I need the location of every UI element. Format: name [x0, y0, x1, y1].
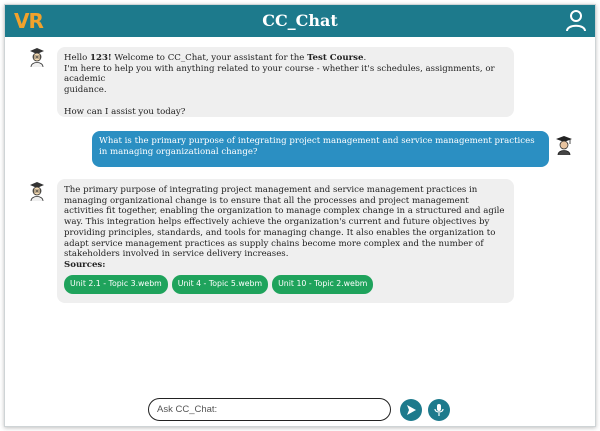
microphone-icon — [434, 404, 444, 416]
user-message-text: What is the primary purpose of integrati… — [99, 136, 535, 157]
help-line: I'm here to help you with anything relat… — [64, 63, 495, 85]
source-chip[interactable]: Unit 10 - Topic 2.webm — [272, 274, 374, 294]
app-header: VR CC_Chat — [5, 5, 595, 37]
microphone-button[interactable] — [428, 399, 450, 421]
source-chip[interactable]: Unit 2.1 - Topic 3.webm — [64, 274, 168, 294]
source-chip[interactable]: Unit 4 - Topic 5.webm — [171, 274, 269, 294]
greeting-prefix: Hello — [64, 53, 90, 63]
greeting-line: Hello 123! Welcome to CC_Chat, your assi… — [64, 53, 507, 64]
bot-answer-text: The primary purpose of integrating proje… — [64, 185, 505, 260]
help-line-cont: guidance. — [64, 85, 107, 96]
teacher-avatar-icon — [28, 181, 46, 202]
greeting-end: . — [363, 53, 367, 63]
message-list: Hello 123! Welcome to CC_Chat, your assi… — [5, 37, 595, 392]
bot-message: The primary purpose of integrating proje… — [57, 179, 514, 303]
greeting-mid: Welcome to CC_Chat, your assistant for t… — [111, 53, 308, 63]
input-bar — [5, 392, 595, 426]
send-icon — [407, 405, 416, 415]
graduate-avatar-icon — [555, 135, 573, 156]
chat-window: VR CC_Chat Hello 123! Welcome to CC_Chat… — [4, 4, 596, 427]
course-name: Test Course — [307, 53, 364, 63]
app-title: CC_Chat — [262, 11, 338, 30]
assist-question: How can I assist you today? — [64, 106, 186, 117]
user-name: 123! — [89, 53, 112, 63]
user-icon[interactable] — [565, 9, 587, 33]
sources-title: Sources: — [64, 259, 106, 270]
ask-input[interactable] — [148, 398, 391, 421]
send-button[interactable] — [400, 399, 422, 421]
teacher-avatar-icon — [28, 47, 46, 68]
bot-message: Hello 123! Welcome to CC_Chat, your assi… — [57, 47, 514, 117]
user-message: What is the primary purpose of integrati… — [92, 131, 549, 167]
sources-list: Unit 2.1 - Topic 3.webm Unit 4 - Topic 5.… — [64, 274, 507, 294]
